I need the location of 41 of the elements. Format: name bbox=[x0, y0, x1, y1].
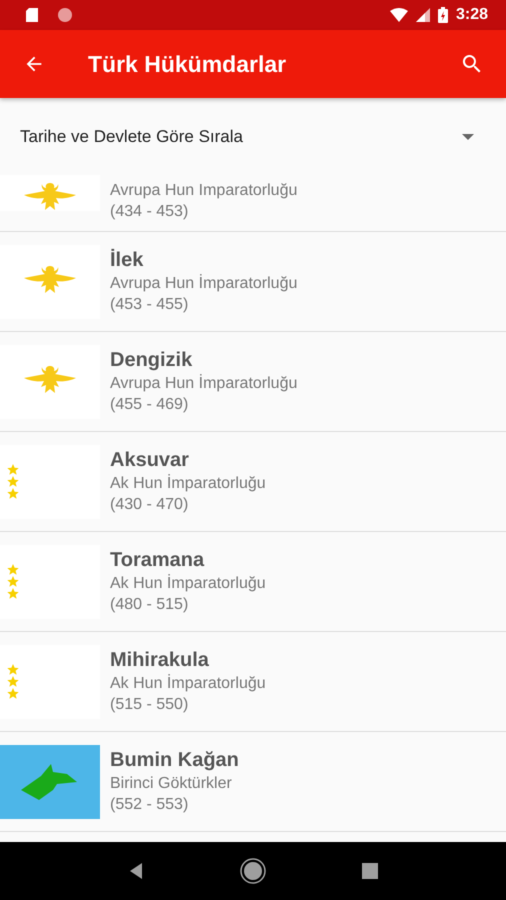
ruler-name: İlek bbox=[110, 249, 144, 272]
reign-years: (434 - 453) bbox=[110, 203, 190, 221]
state-name: Avrupa Hun İmparatorluğu bbox=[110, 375, 298, 393]
ruler-name: Mihirakula bbox=[110, 649, 210, 672]
sd-card-icon bbox=[26, 8, 38, 22]
ruler-name: Bumin Kağan bbox=[110, 749, 239, 772]
ruler-list-item[interactable]: Toramana Ak Hun İmparatorluğu (480 - 515) bbox=[0, 532, 506, 632]
battery-icon bbox=[438, 7, 448, 23]
ruler-name: Dengizik bbox=[110, 349, 194, 372]
reign-years: (480 - 515) bbox=[110, 596, 190, 614]
stars-icon bbox=[7, 564, 19, 600]
home-nav-button[interactable] bbox=[240, 858, 266, 884]
clock-time: 3:28 bbox=[456, 6, 488, 24]
ruler-name: Toramana bbox=[110, 549, 206, 572]
back-nav-button[interactable] bbox=[128, 863, 144, 879]
stars-icon bbox=[7, 464, 19, 500]
wifi-icon bbox=[390, 8, 408, 22]
state-name: Ak Hun İmparatorluğu bbox=[110, 475, 266, 493]
ruler-list-item[interactable]: Dengizik Avrupa Hun İmparatorluğu (455 - 469) bbox=[0, 332, 506, 432]
reign-years: (453 - 455) bbox=[110, 296, 190, 314]
reign-years: (430 - 470) bbox=[110, 496, 190, 514]
state-name: Ak Hun İmparatorluğu bbox=[110, 675, 266, 693]
app-title: Türk Hükümdarlar bbox=[88, 50, 288, 78]
ruler-list-item[interactable]: İlek Avrupa Hun İmparatorluğu (453 - 455) bbox=[0, 232, 506, 332]
reign-years: (455 - 469) bbox=[110, 396, 190, 414]
state-name: Avrupa Hun İmparatorluğu bbox=[110, 275, 298, 293]
reign-years: (515 - 550) bbox=[110, 696, 190, 714]
ruler-list-item[interactable]: Aksuvar Ak Hun İmparatorluğu (430 - 470) bbox=[0, 432, 506, 532]
state-name: Avrupa Hun Imparatorluğu bbox=[110, 182, 298, 200]
stars-icon bbox=[7, 664, 19, 700]
signal-icon bbox=[416, 8, 430, 22]
state-name: Birinci Göktürkler bbox=[110, 775, 233, 793]
reign-years: (552 - 553) bbox=[110, 796, 190, 814]
state-name: Ak Hun İmparatorluğu bbox=[110, 575, 266, 593]
dropdown-caret-icon bbox=[462, 134, 474, 140]
sort-dropdown[interactable]: Tarihe ve Devlete Göre Sırala bbox=[0, 98, 506, 175]
ruler-name: Aksuvar bbox=[110, 449, 190, 472]
ruler-list-item[interactable]: Bumin Kağan Birinci Göktürkler (552 - 553) bbox=[0, 732, 506, 832]
ruler-list-item[interactable]: Mihirakula Ak Hun İmparatorluğu (515 - 550) bbox=[0, 632, 506, 732]
record-icon bbox=[58, 8, 72, 22]
ruler-list-item[interactable]: Avrupa Hun Imparatorluğu (434 - 453) bbox=[0, 175, 506, 232]
